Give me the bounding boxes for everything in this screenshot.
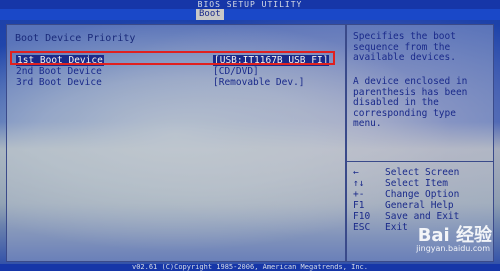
selection-highlight-box (10, 51, 335, 65)
menu-bar: Boot (0, 9, 500, 20)
boot-device-label: 2nd Boot Device (16, 66, 102, 77)
boot-device-value[interactable]: [Removable Dev.] (213, 77, 305, 88)
help-description: Specifies the boot sequence from the ava… (353, 31, 489, 64)
key-description: Select Screen (385, 167, 460, 178)
key-name: F1 (353, 200, 365, 211)
key-hint: F1 General Help (353, 200, 491, 211)
key-hint: ← Select Screen (353, 167, 491, 178)
help-line: disabled in the (353, 97, 439, 108)
panel-heading: Boot Device Priority (15, 33, 136, 44)
key-name: ESC (353, 222, 371, 233)
help-line: menu. (353, 118, 382, 129)
help-line: A device enclosed in (353, 76, 468, 87)
key-name: +- (353, 189, 365, 200)
boot-device-value[interactable]: [CD/DVD] (213, 66, 259, 77)
key-description: Select Item (385, 178, 448, 189)
key-description: General Help (385, 200, 454, 211)
title-bar: BIOS SETUP UTILITY (0, 0, 500, 9)
app-title: BIOS SETUP UTILITY (197, 0, 303, 9)
key-description: Change Option (385, 189, 460, 200)
help-divider (347, 161, 493, 162)
key-hint: +- Change Option (353, 189, 491, 200)
tab-boot[interactable]: Boot (196, 9, 224, 20)
boot-device-row-2[interactable]: 2nd Boot Device [CD/DVD] (13, 66, 339, 77)
watermark-url: jingyan.baidu.com (416, 244, 490, 253)
help-line: available devices. (353, 52, 456, 63)
baidu-watermark: Bai 经验 jingyan.baidu.com (392, 221, 492, 257)
boot-device-label: 3rd Boot Device (16, 77, 102, 88)
key-name: F10 (353, 211, 371, 222)
help-note: A device enclosed in parenthesis has bee… (353, 76, 489, 130)
key-name: ← (353, 167, 359, 178)
key-hint: ↑↓ Select Item (353, 178, 491, 189)
key-name: ↑↓ (353, 178, 365, 189)
copyright-footer: v02.61 (C)Copyright 1985-2006, American … (0, 264, 500, 271)
help-line: Specifies the boot (353, 31, 456, 42)
boot-device-row-3[interactable]: 3rd Boot Device [Removable Dev.] (13, 77, 339, 88)
